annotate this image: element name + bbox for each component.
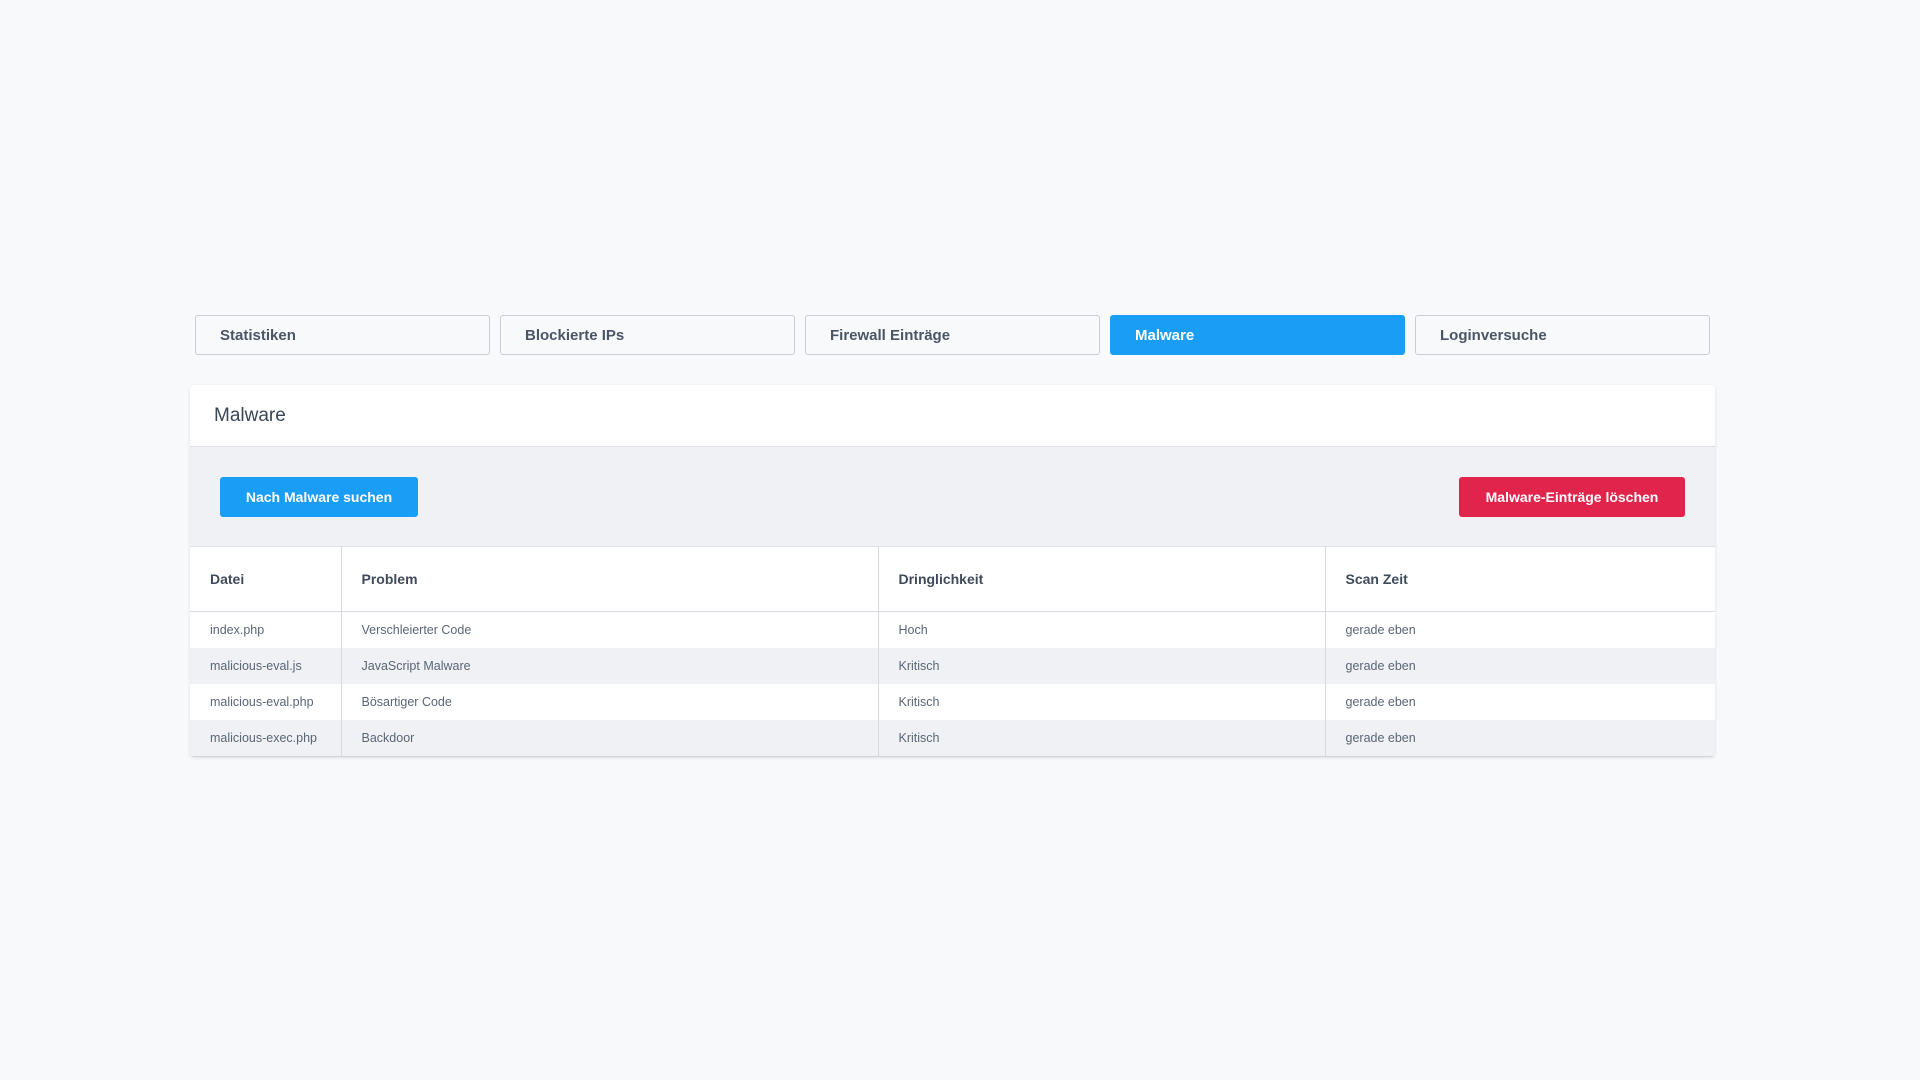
column-header-datei: Datei (190, 547, 342, 612)
cell-scan-time: gerade eben (1345, 623, 1416, 637)
cell-severity: Hoch (878, 611, 1326, 648)
tab-blockierte-ips[interactable]: Blockierte IPs (500, 315, 795, 355)
tab-statistiken[interactable]: Statistiken (195, 315, 490, 355)
delete-malware-entries-button[interactable]: Malware-Einträge löschen (1459, 476, 1685, 517)
cell-file: index.php (190, 611, 342, 648)
table-row: malicious-eval.php Bösartiger Code Kriti… (190, 684, 1715, 720)
table-header-row: Datei Problem Dringlichkeit Scan Zeit (190, 547, 1715, 612)
column-header-dringlichkeit: Dringlichkeit (878, 547, 1326, 612)
cell-scan-time: gerade eben (1325, 648, 1715, 684)
cell-file: malicious-eval.js (190, 648, 342, 684)
tab-malware[interactable]: Malware (1110, 315, 1405, 355)
cell-scan-time: gerade eben (1345, 695, 1416, 709)
cell-severity: Kritisch (878, 684, 1326, 720)
table-row: index.php Verschleierter Code Hoch gerad… (190, 611, 1715, 648)
column-header-problem: Problem (341, 547, 879, 612)
cell-file: malicious-exec.php (190, 720, 342, 757)
cell-problem: JavaScript Malware (341, 648, 879, 684)
tab-firewall-eintraege[interactable]: Firewall Einträge (805, 315, 1100, 355)
tab-loginversuche[interactable]: Loginversuche (1415, 315, 1710, 355)
scan-malware-button[interactable]: Nach Malware suchen (220, 476, 418, 517)
cell-problem: Verschleierter Code (341, 611, 879, 648)
table-row: malicious-eval.js JavaScript Malware Kri… (190, 648, 1715, 684)
panel-toolbar: Nach Malware suchen Malware-Einträge lös… (190, 447, 1715, 547)
column-header-scan-zeit: Scan Zeit (1325, 547, 1715, 612)
cell-scan-time: gerade eben (1325, 720, 1715, 757)
cell-file: malicious-eval.php (190, 684, 342, 720)
malware-table: Datei Problem Dringlichkeit Scan Zeit in… (190, 547, 1715, 757)
malware-panel: Malware Nach Malware suchen Malware-Eint… (190, 385, 1715, 757)
tab-bar: Statistiken Blockierte IPs Firewall Eint… (195, 315, 1710, 355)
table-row: malicious-exec.php Backdoor Kritisch ger… (190, 720, 1715, 757)
cell-severity: Kritisch (878, 720, 1326, 757)
cell-problem: Backdoor (341, 720, 879, 757)
cell-severity: Kritisch (878, 648, 1326, 684)
cell-problem: Bösartiger Code (341, 684, 879, 720)
panel-title: Malware (190, 385, 1715, 447)
